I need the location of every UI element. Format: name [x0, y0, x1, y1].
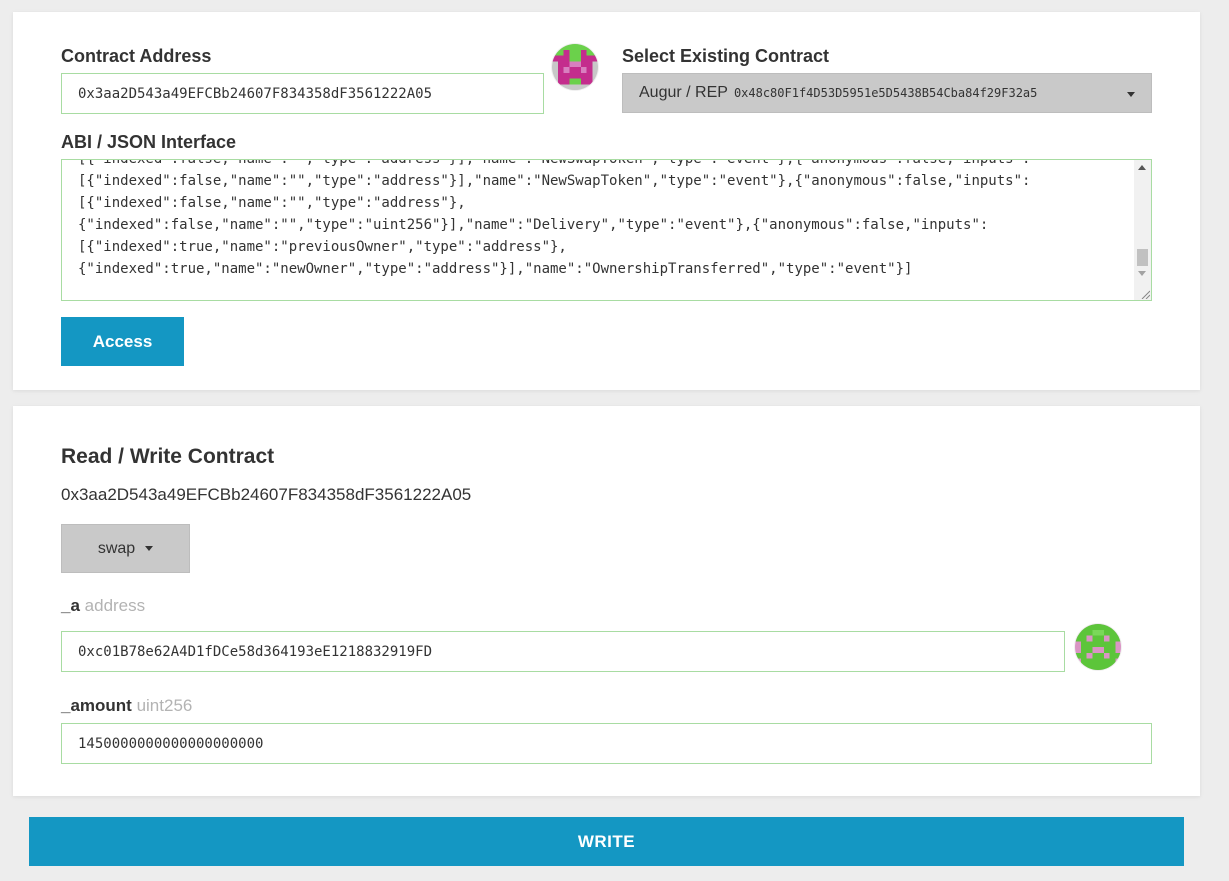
param-name: _a: [61, 596, 80, 615]
scrollbar-thumb[interactable]: [1137, 249, 1148, 266]
function-selected-label: swap: [97, 539, 136, 557]
access-button[interactable]: Access: [61, 317, 184, 366]
resize-grip-icon[interactable]: [1140, 289, 1150, 299]
abi-text-content: [{"indexed":false,"name":"","type":"addr…: [78, 159, 1031, 277]
existing-contract-address: 0x48c80F1f4D53D5951e5D5438B54Cba84f29F32…: [733, 86, 1038, 100]
scroll-down-arrow-icon[interactable]: [1138, 271, 1146, 276]
read-write-address: 0x3aa2D543a49EFCBb24607F834358dF3561222A…: [61, 485, 472, 504]
param-amount-input[interactable]: 1450000000000000000000: [61, 723, 1152, 764]
contract-access-panel: Contract Address 0x3aa2D543a49EFCBb24607…: [13, 12, 1200, 390]
contract-address-label: Contract Address: [61, 46, 212, 66]
abi-textarea[interactable]: [{"indexed":false,"name":"","type":"addr…: [61, 159, 1152, 301]
read-write-panel: Read / Write Contract 0x3aa2D543a49EFCBb…: [13, 406, 1200, 796]
function-select-dropdown[interactable]: swap: [61, 524, 190, 573]
param-label-a: _a address: [61, 596, 145, 616]
write-button[interactable]: WRITE: [29, 817, 1184, 866]
scroll-up-arrow-icon[interactable]: [1138, 165, 1146, 170]
caret-down-icon: [145, 546, 154, 551]
param-name: _amount: [61, 696, 132, 715]
select-existing-contract-label: Select Existing Contract: [622, 46, 830, 66]
existing-contract-name: Augur / REP: [639, 84, 728, 101]
existing-contract-dropdown[interactable]: Augur / REP 0x48c80F1f4D53D5951e5D5438B5…: [622, 73, 1152, 113]
contract-address-input[interactable]: 0x3aa2D543a49EFCBb24607F834358dF3561222A…: [61, 73, 544, 114]
identicon-contract: [552, 44, 598, 90]
param-type: address: [84, 596, 146, 615]
abi-scrollbar[interactable]: [1134, 160, 1151, 300]
param-label-amount: _amount uint256: [61, 696, 192, 716]
abi-label: ABI / JSON Interface: [61, 132, 237, 152]
read-write-title: Read / Write Contract: [61, 445, 275, 468]
param-a-input[interactable]: 0xc01B78e62A4D1fDCe58d364193eE1218832919…: [61, 631, 1065, 672]
caret-down-icon: [1127, 92, 1135, 97]
param-type: uint256: [136, 696, 193, 715]
identicon-param-address: [1075, 624, 1121, 670]
